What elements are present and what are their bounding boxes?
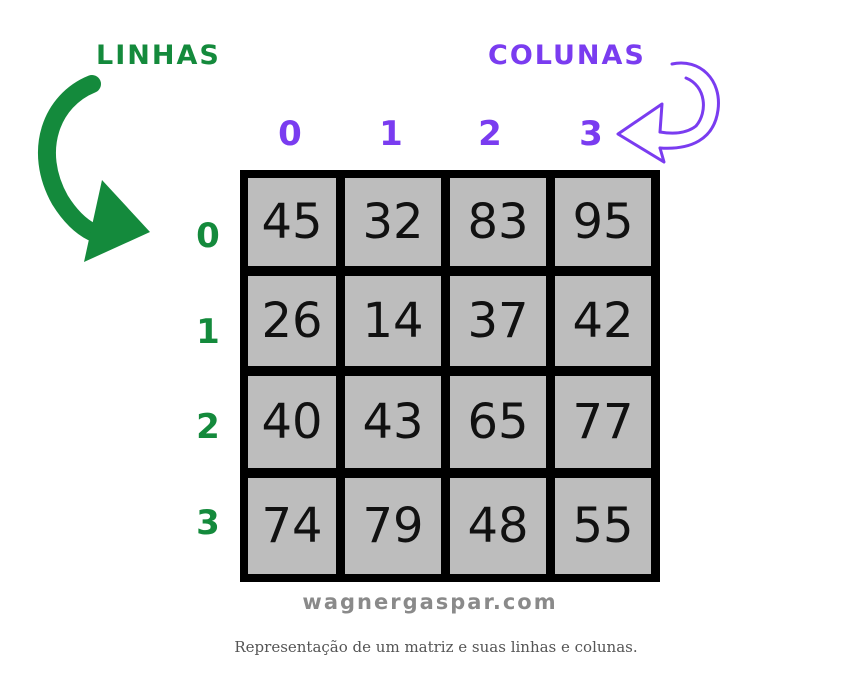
matrix-cell-2-0: 40 [248, 376, 336, 468]
matrix-cell-3-3: 55 [555, 478, 651, 574]
matrix-cell-2-2: 65 [450, 376, 546, 468]
matrix-cell-1-1: 14 [345, 276, 441, 366]
matrix-cell-1-0: 26 [248, 276, 336, 366]
matrix-cell-3-1: 79 [345, 478, 441, 574]
rows-label: LINHAS [96, 40, 221, 71]
columns-arrow-icon [616, 61, 720, 164]
rows-arrow-icon [37, 75, 150, 262]
matrix-cell-0-0: 45 [248, 178, 336, 266]
figure-caption: Representação de um matriz e suas linhas… [234, 638, 638, 656]
matrix-cell-2-1: 43 [345, 376, 441, 468]
matrix-cell-0-3: 95 [555, 178, 651, 266]
matrix-cell-3-0: 74 [248, 478, 336, 574]
matrix-cell-3-2: 48 [450, 478, 546, 574]
row-index-3: 3 [196, 503, 220, 543]
matrix-cell-0-1: 32 [345, 178, 441, 266]
column-index-0: 0 [278, 114, 302, 154]
column-index-1: 1 [379, 114, 403, 154]
row-index-2: 2 [196, 407, 220, 447]
row-index-1: 1 [196, 312, 220, 352]
matrix-cell-0-2: 83 [450, 178, 546, 266]
column-index-3: 3 [579, 114, 603, 154]
matrix-cell-2-3: 77 [555, 376, 651, 468]
watermark: wagnergaspar.com [302, 590, 558, 614]
matrix-cell-1-3: 42 [555, 276, 651, 366]
columns-label: COLUNAS [488, 40, 646, 71]
column-index-2: 2 [478, 114, 502, 154]
matrix-cell-1-2: 37 [450, 276, 546, 366]
row-index-0: 0 [196, 216, 220, 256]
matrix-grid: 45 32 83 95 26 14 37 42 40 43 65 77 74 7… [240, 170, 660, 582]
